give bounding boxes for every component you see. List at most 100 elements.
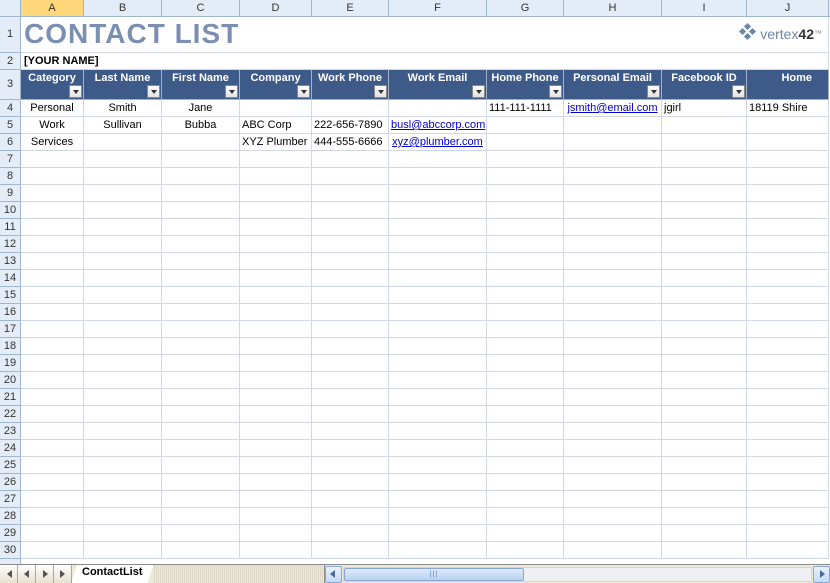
filter-dropdown-icon[interactable] bbox=[297, 85, 310, 98]
cell[interactable] bbox=[21, 185, 84, 202]
cell[interactable]: Sullivan bbox=[84, 117, 162, 134]
cell[interactable]: Work bbox=[21, 117, 84, 134]
cell[interactable] bbox=[487, 338, 564, 355]
cell[interactable] bbox=[240, 100, 312, 117]
cell[interactable] bbox=[162, 355, 240, 372]
email-link[interactable]: xyz@plumber.com bbox=[392, 136, 483, 148]
cell[interactable] bbox=[312, 474, 389, 491]
cell[interactable] bbox=[389, 253, 487, 270]
cell[interactable]: 222-656-7890 bbox=[312, 117, 389, 134]
cell[interactable]: Personal bbox=[21, 100, 84, 117]
cell[interactable] bbox=[84, 236, 162, 253]
cell[interactable] bbox=[84, 508, 162, 525]
cell[interactable] bbox=[21, 304, 84, 321]
cell[interactable] bbox=[162, 134, 240, 151]
cell[interactable] bbox=[747, 321, 829, 338]
cell[interactable] bbox=[312, 287, 389, 304]
cell[interactable] bbox=[564, 389, 662, 406]
tab-nav-first[interactable] bbox=[0, 565, 18, 583]
cell[interactable]: jsmith@email.com bbox=[564, 100, 662, 117]
cell[interactable]: Services bbox=[21, 134, 84, 151]
cell[interactable] bbox=[21, 423, 84, 440]
cell[interactable] bbox=[662, 253, 747, 270]
cell[interactable] bbox=[389, 100, 487, 117]
cell[interactable] bbox=[662, 372, 747, 389]
filter-dropdown-icon[interactable] bbox=[374, 85, 387, 98]
cell[interactable] bbox=[747, 372, 829, 389]
cell[interactable] bbox=[162, 219, 240, 236]
cell[interactable] bbox=[312, 389, 389, 406]
cell[interactable] bbox=[21, 338, 84, 355]
cell[interactable] bbox=[162, 440, 240, 457]
cell[interactable] bbox=[162, 185, 240, 202]
column-header-facebook-id[interactable]: Facebook ID bbox=[662, 70, 747, 100]
filter-dropdown-icon[interactable] bbox=[549, 85, 562, 98]
cell[interactable] bbox=[389, 219, 487, 236]
cell[interactable] bbox=[312, 321, 389, 338]
cell[interactable] bbox=[487, 491, 564, 508]
cell[interactable] bbox=[747, 457, 829, 474]
cell[interactable]: jgirl bbox=[662, 100, 747, 117]
select-all-corner[interactable] bbox=[0, 0, 21, 16]
row-header-29[interactable]: 29 bbox=[0, 525, 20, 542]
cell[interactable] bbox=[21, 202, 84, 219]
cell[interactable] bbox=[662, 304, 747, 321]
cell[interactable] bbox=[662, 491, 747, 508]
column-header-H[interactable]: H bbox=[564, 0, 662, 16]
cell[interactable] bbox=[162, 287, 240, 304]
cell[interactable] bbox=[662, 185, 747, 202]
cell[interactable] bbox=[84, 440, 162, 457]
cell[interactable] bbox=[84, 321, 162, 338]
cell[interactable] bbox=[662, 423, 747, 440]
cell[interactable] bbox=[564, 134, 662, 151]
cell[interactable]: Smith bbox=[84, 100, 162, 117]
cell[interactable] bbox=[21, 372, 84, 389]
cell[interactable] bbox=[747, 406, 829, 423]
cell[interactable] bbox=[312, 270, 389, 287]
cell[interactable] bbox=[389, 151, 487, 168]
cell[interactable] bbox=[564, 525, 662, 542]
cell[interactable] bbox=[487, 287, 564, 304]
cell[interactable] bbox=[487, 457, 564, 474]
cell[interactable] bbox=[240, 219, 312, 236]
cell[interactable] bbox=[747, 236, 829, 253]
cell[interactable] bbox=[662, 202, 747, 219]
cell[interactable] bbox=[487, 117, 564, 134]
row-header-26[interactable]: 26 bbox=[0, 474, 20, 491]
cell[interactable] bbox=[747, 389, 829, 406]
row-header-22[interactable]: 22 bbox=[0, 406, 20, 423]
cell[interactable] bbox=[162, 168, 240, 185]
cell[interactable] bbox=[662, 508, 747, 525]
hscroll-thumb[interactable] bbox=[344, 568, 524, 581]
row-header-8[interactable]: 8 bbox=[0, 168, 20, 185]
cell[interactable] bbox=[564, 168, 662, 185]
column-header-home-phone[interactable]: Home Phone bbox=[487, 70, 564, 100]
tab-strip-empty[interactable] bbox=[154, 565, 324, 583]
cell[interactable] bbox=[312, 457, 389, 474]
cell[interactable] bbox=[312, 219, 389, 236]
row-header-10[interactable]: 10 bbox=[0, 202, 20, 219]
column-header-work-phone[interactable]: Work Phone bbox=[312, 70, 389, 100]
cell[interactable] bbox=[84, 287, 162, 304]
row-header-5[interactable]: 5 bbox=[0, 117, 20, 134]
cell[interactable] bbox=[84, 474, 162, 491]
cell[interactable] bbox=[662, 542, 747, 559]
cell[interactable] bbox=[312, 236, 389, 253]
cell[interactable] bbox=[747, 423, 829, 440]
row-header-28[interactable]: 28 bbox=[0, 508, 20, 525]
cell[interactable] bbox=[21, 270, 84, 287]
cell[interactable] bbox=[162, 525, 240, 542]
column-header-last-name[interactable]: Last Name bbox=[84, 70, 162, 100]
row-header-19[interactable]: 19 bbox=[0, 355, 20, 372]
cell[interactable] bbox=[747, 219, 829, 236]
cell[interactable] bbox=[312, 440, 389, 457]
cell[interactable] bbox=[564, 304, 662, 321]
cell[interactable] bbox=[747, 338, 829, 355]
cell[interactable] bbox=[487, 508, 564, 525]
cell[interactable] bbox=[162, 423, 240, 440]
cell[interactable] bbox=[84, 525, 162, 542]
cell[interactable] bbox=[312, 202, 389, 219]
cell[interactable] bbox=[84, 253, 162, 270]
cell[interactable] bbox=[312, 491, 389, 508]
cell[interactable] bbox=[84, 134, 162, 151]
